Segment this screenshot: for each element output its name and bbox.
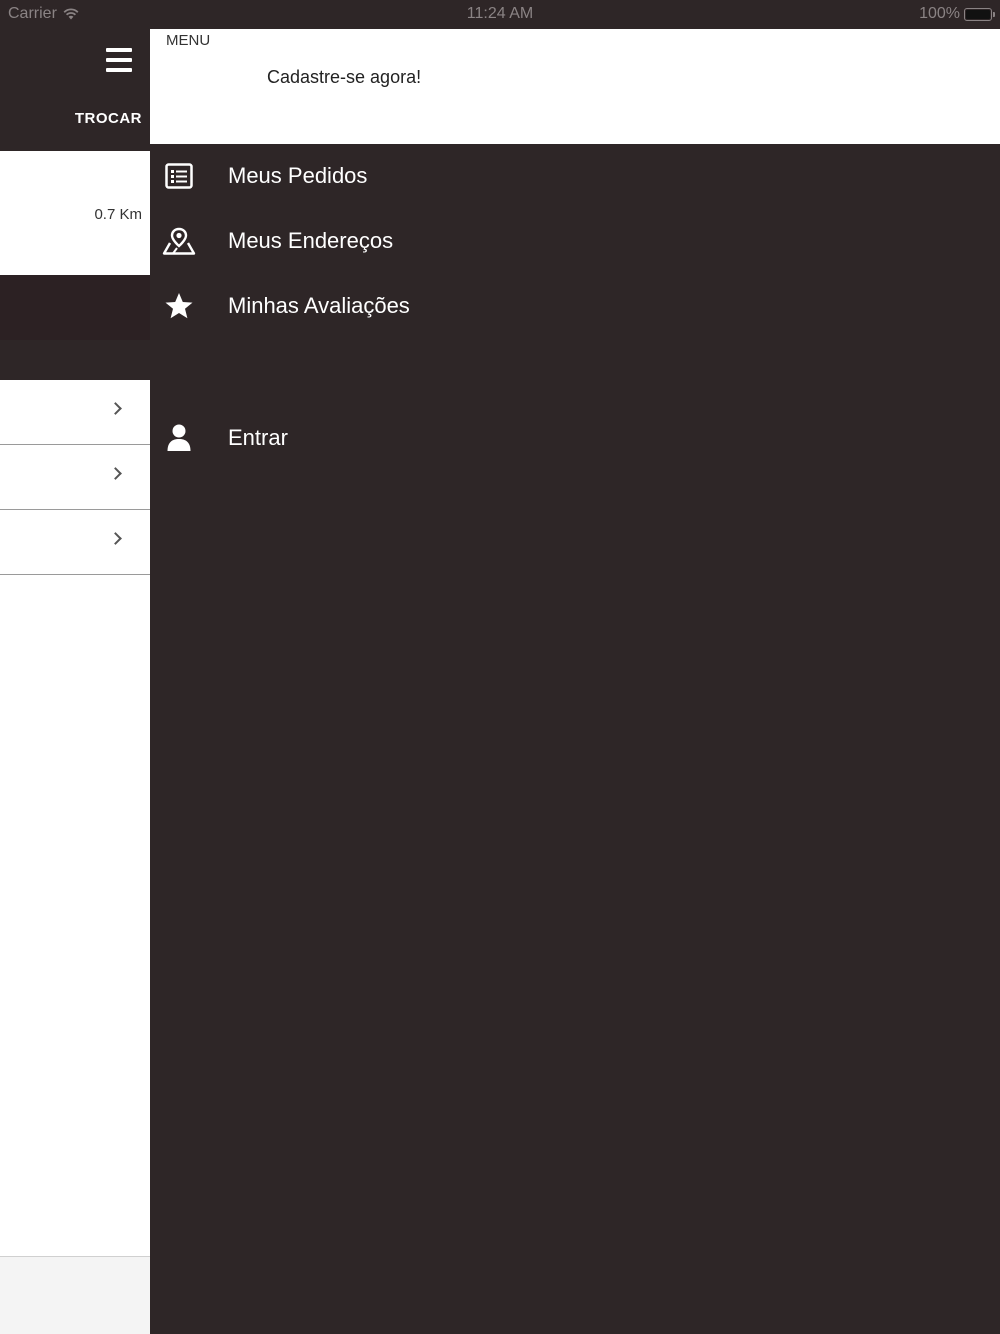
change-location-button[interactable]: TROCAR (0, 110, 142, 127)
chevron-right-icon (109, 532, 122, 545)
menu-item-login[interactable]: Entrar (150, 408, 1000, 468)
menu-item-label: Meus Pedidos (228, 163, 368, 188)
store-card[interactable]: 0.7 Km (0, 151, 150, 275)
store-distance: 0.7 Km (94, 206, 142, 223)
left-header: TROCAR (0, 28, 150, 151)
menu-item-reviews[interactable]: Minhas Avaliações (150, 276, 1000, 336)
battery-status: 100% (919, 5, 995, 23)
chevron-right-icon (109, 467, 122, 480)
hamburger-menu-icon[interactable] (106, 48, 132, 72)
section-band (0, 340, 150, 380)
menu-item-label: Meus Endereços (228, 228, 394, 253)
category-band (0, 275, 150, 340)
list-item[interactable] (0, 380, 150, 445)
menu-item-label: Entrar (228, 425, 288, 450)
star-icon (162, 289, 196, 323)
battery-percent: 100% (919, 5, 960, 22)
menu-item-orders[interactable]: Meus Pedidos (150, 146, 1000, 206)
chevron-right-icon (109, 402, 122, 415)
battery-icon (964, 7, 995, 21)
clock: 11:24 AM (466, 5, 534, 22)
menu-divider (150, 143, 172, 144)
signup-link[interactable]: Cadastre-se agora! (267, 67, 421, 88)
list-icon (162, 159, 196, 193)
map-pin-icon (162, 224, 196, 258)
menu-title: MENU (166, 32, 211, 49)
left-footer (0, 1256, 150, 1334)
status-bar: Carrier 11:24 AM 100% (0, 0, 1000, 28)
list-item[interactable] (0, 445, 150, 510)
menu-item-addresses[interactable]: Meus Endereços (150, 211, 1000, 271)
list-item[interactable] (0, 510, 150, 575)
menu-header: MENU Cadastre-se agora! (150, 29, 1000, 144)
menu-item-label: Minhas Avaliações (228, 293, 410, 318)
user-icon (162, 421, 196, 455)
left-list (0, 380, 150, 1256)
